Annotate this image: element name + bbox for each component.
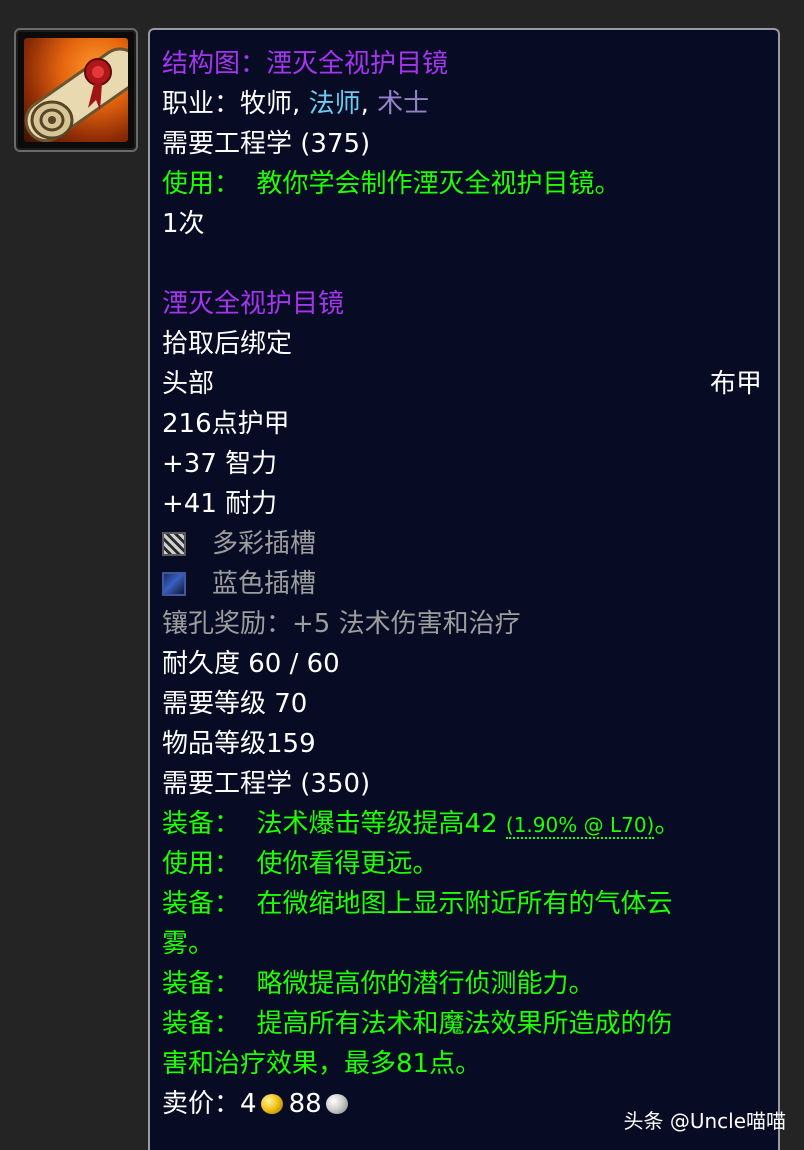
page: 结构图：湮灭全视护目镜 职业：牧师, 法师, 术士 需要工程学 (375) 使用… — [0, 0, 804, 1150]
item-icon-frame[interactable] — [14, 28, 138, 152]
class-priest: 牧师 — [240, 89, 293, 119]
class-prefix: 职业： — [162, 89, 241, 119]
effect-line: 装备： 法术爆击等级提高42 (1.90% @ L70)。 — [162, 804, 680, 844]
effect-label: 装备： — [162, 1009, 241, 1039]
binding: 拾取后绑定 — [162, 329, 293, 359]
silver-coin-icon — [325, 1094, 348, 1114]
armor-type: 布甲 — [709, 369, 762, 399]
socket-bonus: 镶孔奖励：+5 法术伤害和治疗 — [162, 609, 521, 639]
durability: 耐久度 60 / 60 — [162, 649, 340, 679]
class-warlock: 术士 — [377, 89, 430, 119]
socket-meta-row: 多彩插槽 — [162, 524, 316, 564]
schematic-scroll-icon — [24, 38, 128, 142]
effect-text: 略微提高你的潜行侦测能力。 — [256, 969, 595, 999]
effect-label: 装备： — [162, 889, 241, 919]
effect-label: 装备： — [162, 969, 241, 999]
meta-socket-icon — [162, 532, 186, 556]
class-separator: , — [292, 89, 301, 119]
recipe-use-effect: 使用： 教你学会制作湮灭全视护目镜。 — [162, 164, 621, 204]
gold-coin-icon — [260, 1094, 283, 1114]
class-restriction: 职业：牧师, 法师, 术士 — [162, 84, 429, 124]
sell-price: 卖价：4 88 — [162, 1084, 354, 1124]
effect-line: 装备： 略微提高你的潜行侦测能力。 — [162, 964, 595, 1004]
effect-line: 使用： 使你看得更远。 — [162, 844, 439, 884]
effect-continuation: 害和治疗效果，最多81点。 — [162, 1049, 482, 1079]
recipe-requirement: 需要工程学 (375) — [162, 129, 371, 159]
item-name: 湮灭全视护目镜 — [162, 289, 345, 319]
effect-text: 提高所有法术和魔法效果所造成的伤 — [256, 1009, 673, 1039]
armor-value: 216点护甲 — [162, 409, 290, 439]
class-mage: 法师 — [308, 89, 361, 119]
item-requirement: 需要工程学 (350) — [162, 769, 371, 799]
effect-label: 装备： — [162, 809, 241, 839]
watermark: 头条 @Uncle喵喵 — [623, 1109, 786, 1133]
item-tooltip: 结构图：湮灭全视护目镜 职业：牧师, 法师, 术士 需要工程学 (375) 使用… — [148, 28, 780, 1150]
socket-meta-label: 多彩插槽 — [212, 529, 317, 559]
item-level: 物品等级159 — [162, 729, 316, 759]
sell-gold-amount: 4 — [240, 1089, 257, 1119]
effect-text: 使你看得更远。 — [256, 849, 439, 879]
effect-line: 装备： 提高所有法术和魔法效果所造成的伤 — [162, 1004, 673, 1044]
class-separator: , — [360, 89, 369, 119]
effect-label: 使用： — [162, 169, 241, 199]
stat-stamina: +41 耐力 — [162, 489, 278, 519]
charges: 1次 — [162, 209, 205, 239]
effect-text: 在微缩地图上显示附近所有的气体云 — [256, 889, 673, 919]
effect-continuation: 雾。 — [162, 929, 215, 959]
effect-text: 法术爆击等级提高42 — [256, 809, 498, 839]
sell-silver-amount: 88 — [288, 1089, 322, 1119]
socket-blue-label: 蓝色插槽 — [212, 569, 317, 599]
effect-rating-percent[interactable]: (1.90% @ L70) — [505, 813, 655, 839]
blue-socket-icon — [162, 572, 186, 596]
recipe-title: 结构图：湮灭全视护目镜 — [162, 49, 449, 79]
stat-intellect: +37 智力 — [162, 449, 278, 479]
effect-label: 使用： — [162, 849, 241, 879]
sell-label: 卖价： — [162, 1089, 241, 1119]
required-level: 需要等级 70 — [162, 689, 308, 719]
effect-tail: 。 — [654, 809, 681, 839]
effect-text: 教你学会制作湮灭全视护目镜。 — [256, 169, 621, 199]
effect-line: 装备： 在微缩地图上显示附近所有的气体云 — [162, 884, 673, 924]
socket-blue-row: 蓝色插槽 — [162, 564, 316, 604]
item-slot: 头部 — [162, 369, 215, 399]
